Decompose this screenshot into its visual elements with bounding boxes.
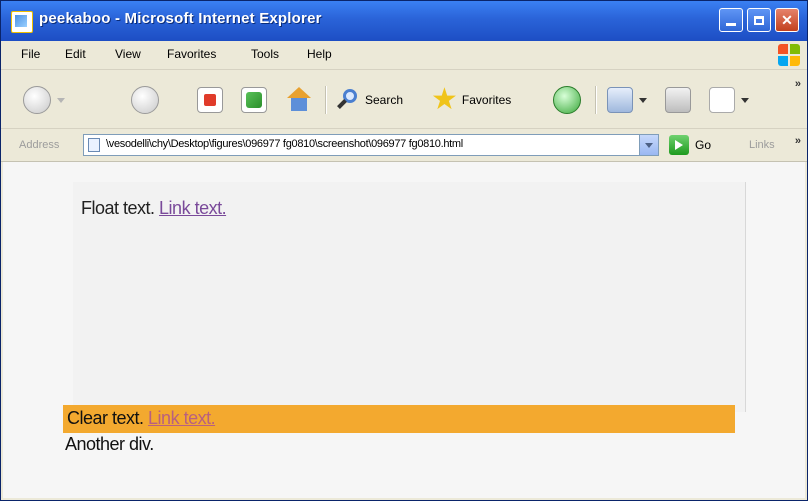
ie-page-icon xyxy=(11,11,33,33)
history-button[interactable] xyxy=(553,84,581,116)
search-label: Search xyxy=(365,93,404,107)
back-arrow-icon xyxy=(23,86,51,114)
chevron-down-icon xyxy=(741,97,749,103)
another-div: Another div. xyxy=(65,434,154,454)
address-bar: Address \vesodelli\chy\Desktop\figures\0… xyxy=(1,129,807,162)
go-label: Go xyxy=(695,138,712,152)
address-url: \vesodelli\chy\Desktop\figures\096977 fg… xyxy=(106,138,463,150)
menu-tools[interactable]: Tools xyxy=(251,47,279,61)
favorites-star-icon: ★ xyxy=(431,83,458,116)
links-label[interactable]: Links xyxy=(749,139,775,151)
maximize-button[interactable] xyxy=(747,8,771,32)
edit-button[interactable] xyxy=(709,84,749,116)
title-bar[interactable]: peekaboo - Microsoft Internet Explorer ✕ xyxy=(1,1,807,41)
menu-help[interactable]: Help xyxy=(307,47,332,61)
edit-icon xyxy=(709,87,735,113)
menu-bar: File Edit View Favorites Tools Help xyxy=(1,41,807,70)
maximize-icon xyxy=(748,9,770,31)
search-icon xyxy=(335,87,361,113)
clear-link[interactable]: Link text. xyxy=(148,408,216,428)
minimize-button[interactable] xyxy=(719,8,743,32)
chevron-down-icon xyxy=(57,97,65,103)
page-icon xyxy=(88,138,100,152)
menu-view[interactable]: View xyxy=(115,47,141,61)
home-icon xyxy=(285,87,311,113)
mail-icon xyxy=(607,87,633,113)
toolbar-more-chevron-icon[interactable]: » xyxy=(795,78,801,90)
ie-window: peekaboo - Microsoft Internet Explorer ✕… xyxy=(0,0,808,501)
go-arrow-icon xyxy=(669,135,689,155)
print-icon xyxy=(665,87,691,113)
forward-button[interactable] xyxy=(131,84,159,116)
window-title: peekaboo - Microsoft Internet Explorer xyxy=(39,10,322,27)
search-button[interactable]: Search xyxy=(335,84,403,116)
toolbar-separator xyxy=(325,86,327,114)
toolbar-separator xyxy=(595,86,597,114)
float-div: Float text. Link text. xyxy=(73,182,746,412)
mail-button[interactable] xyxy=(607,84,647,116)
history-icon xyxy=(553,86,581,114)
address-input[interactable]: \vesodelli\chy\Desktop\figures\096977 fg… xyxy=(83,134,659,156)
close-icon: ✕ xyxy=(781,11,793,28)
clear-div: Clear text. Link text. xyxy=(63,405,735,433)
minimize-icon xyxy=(720,9,742,31)
page-content: Float text. Link text. Clear text. Link … xyxy=(3,162,805,498)
links-more-chevron-icon[interactable]: » xyxy=(795,135,801,147)
home-button[interactable] xyxy=(285,84,311,116)
clear-paragraph: Clear text. Link text. xyxy=(67,408,216,429)
refresh-icon xyxy=(241,87,267,113)
go-button[interactable]: Go xyxy=(669,135,711,155)
windows-logo-icon xyxy=(777,43,801,67)
float-text: Float text. xyxy=(81,198,155,218)
close-button[interactable]: ✕ xyxy=(775,8,799,32)
refresh-button[interactable] xyxy=(241,84,267,116)
favorites-button[interactable]: ★ Favorites xyxy=(431,84,511,116)
clear-text: Clear text. xyxy=(67,408,144,428)
standard-toolbar: Search ★ Favorites » xyxy=(1,70,807,129)
chevron-down-icon xyxy=(639,97,647,103)
address-label: Address xyxy=(19,139,60,151)
stop-icon xyxy=(197,87,223,113)
menu-edit[interactable]: Edit xyxy=(65,47,86,61)
float-paragraph: Float text. Link text. xyxy=(81,198,227,219)
print-button[interactable] xyxy=(665,84,691,116)
back-button[interactable] xyxy=(23,84,65,116)
menu-file[interactable]: File xyxy=(21,47,40,61)
favorites-label: Favorites xyxy=(461,93,512,107)
address-dropdown-button[interactable] xyxy=(639,135,658,155)
float-link[interactable]: Link text. xyxy=(159,198,227,218)
forward-arrow-icon xyxy=(131,86,159,114)
menu-favorites[interactable]: Favorites xyxy=(167,47,216,61)
stop-button[interactable] xyxy=(197,84,223,116)
